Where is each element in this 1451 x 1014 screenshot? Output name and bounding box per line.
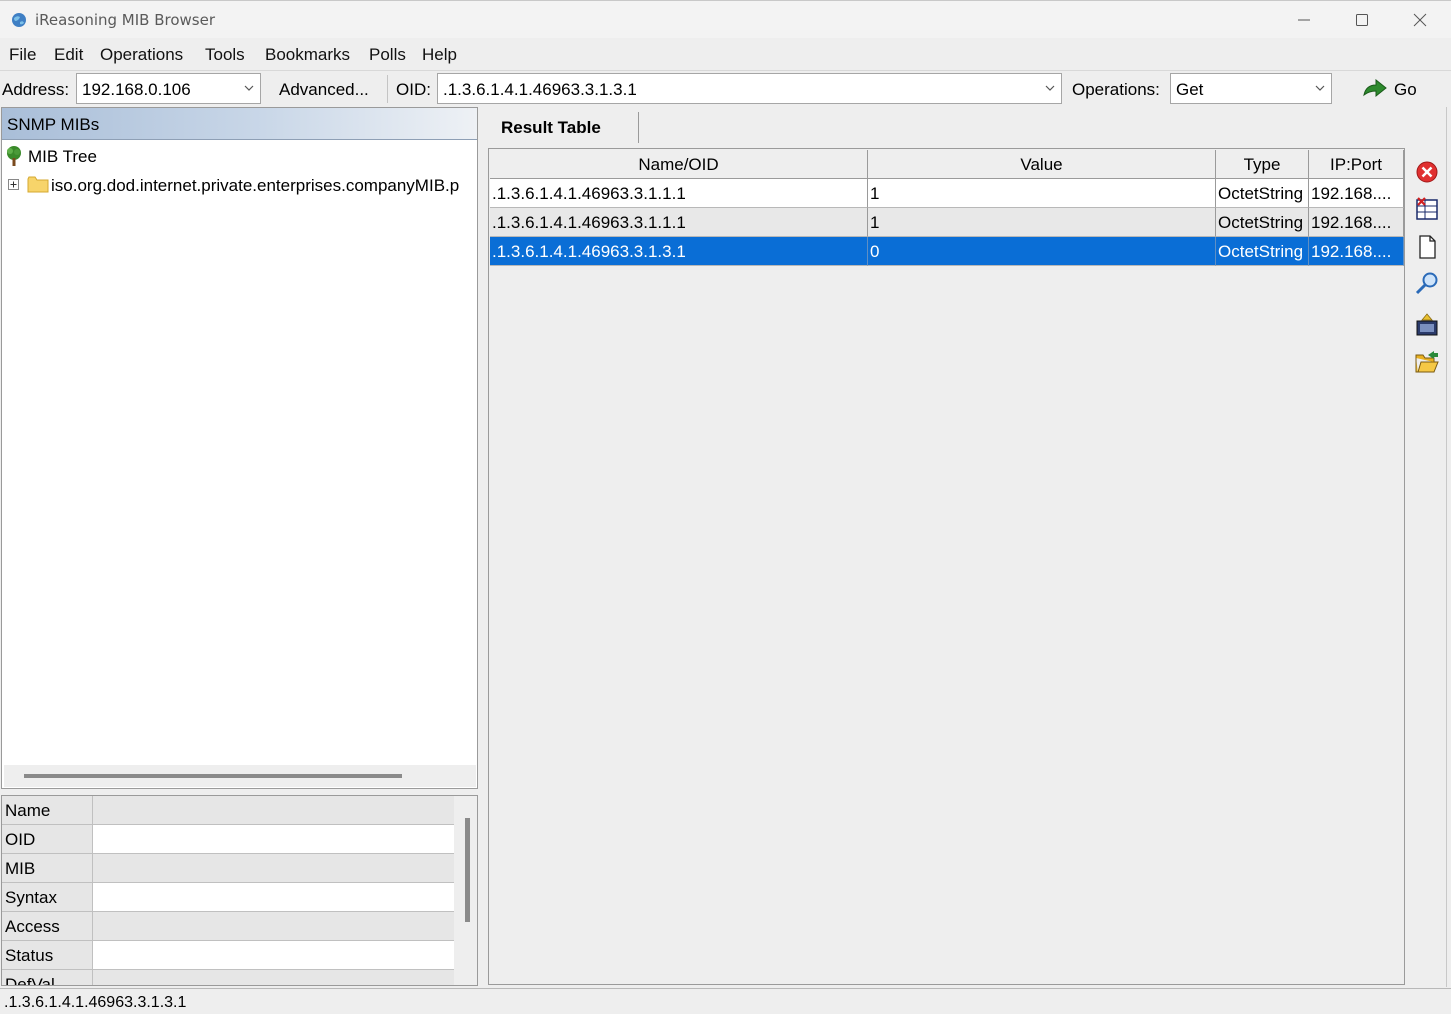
column-header-name-oid[interactable]: Name/OID [490, 150, 868, 179]
cell-type: OctetString [1216, 179, 1309, 208]
oid-label: OID: [396, 80, 431, 99]
tree-node-companymib[interactable]: iso.org.dod.internet.private.enterprises… [8, 174, 476, 196]
advanced-button[interactable]: Advanced... [279, 80, 369, 100]
result-side-toolbar [1406, 148, 1446, 388]
property-label: DefVal [5, 975, 55, 986]
status-text: .1.3.6.1.4.1.46963.3.1.3.1 [4, 994, 187, 1011]
export-icon[interactable] [1414, 312, 1440, 338]
title-bar: iReasoning MIB Browser [0, 0, 1451, 38]
chevron-down-icon[interactable] [244, 84, 254, 92]
operations-label: Operations: [1072, 80, 1160, 99]
property-label: MIB [5, 859, 36, 878]
property-row[interactable]: Syntax [2, 883, 454, 912]
toolbar: Address: 192.168.0.106 Advanced... OID: … [0, 71, 1451, 107]
operations-combo[interactable]: Get [1170, 73, 1332, 104]
cell-ip-port: 192.168.... [1309, 237, 1404, 266]
property-row[interactable]: Name [2, 796, 454, 825]
go-arrow-icon [1363, 79, 1387, 98]
property-row[interactable]: MIB [2, 854, 454, 883]
property-label: OID [5, 830, 36, 849]
column-header-type[interactable]: Type [1216, 150, 1309, 179]
oid-value: .1.3.6.1.4.1.46963.3.1.3.1 [443, 80, 637, 99]
column-header-value[interactable]: Value [868, 150, 1216, 179]
cell-ip-port: 192.168.... [1309, 208, 1404, 237]
address-combo[interactable]: 192.168.0.106 [76, 73, 261, 104]
cell-oid: .1.3.6.1.4.1.46963.3.1.1.1 [490, 208, 868, 237]
remove-icon[interactable] [1414, 159, 1440, 185]
minimize-button[interactable] [1275, 1, 1333, 39]
properties-panel: Name OID MIB Syntax Access Status DefVal [1, 795, 478, 986]
open-folder-icon[interactable] [1414, 350, 1440, 376]
tab-result-table[interactable]: Result Table [487, 112, 639, 143]
column-header-ip-port[interactable]: IP:Port [1309, 150, 1404, 179]
oid-combo[interactable]: .1.3.6.1.4.1.46963.3.1.3.1 [437, 73, 1062, 104]
menu-operations[interactable]: Operations [100, 45, 183, 65]
property-row[interactable]: Status [2, 941, 454, 970]
mib-tree-panel: SNMP MIBs MIB Tree iso.org.dod.internet.… [1, 107, 478, 789]
globe-icon [12, 13, 26, 27]
cell-ip-port: 192.168.... [1309, 179, 1404, 208]
address-value: 192.168.0.106 [82, 80, 191, 99]
menu-polls[interactable]: Polls [369, 45, 406, 65]
cell-type: OctetString [1216, 237, 1309, 266]
go-label: Go [1394, 80, 1417, 99]
window-title: iReasoning MIB Browser [35, 11, 216, 29]
operations-value: Get [1176, 80, 1204, 99]
property-label: Name [5, 801, 51, 820]
window-edge [1446, 107, 1447, 987]
menu-bar: File Edit Operations Tools Bookmarks Pol… [0, 38, 1451, 71]
document-icon[interactable] [1414, 234, 1440, 260]
toolbar-separator [387, 75, 388, 103]
close-icon [1413, 13, 1427, 27]
cell-value: 1 [868, 179, 1216, 208]
tree-root-label: MIB Tree [28, 147, 97, 166]
search-icon[interactable] [1414, 270, 1440, 296]
cell-oid: .1.3.6.1.4.1.46963.3.1.1.1 [490, 179, 868, 208]
cell-type: OctetString [1216, 208, 1309, 237]
tab-label: Result Table [501, 118, 601, 137]
folder-icon [27, 176, 49, 193]
maximize-icon [1356, 14, 1368, 26]
cell-value: 0 [868, 237, 1216, 266]
property-row[interactable]: OID [2, 825, 454, 854]
property-row[interactable]: DefVal [2, 970, 454, 986]
menu-edit[interactable]: Edit [54, 45, 83, 65]
menu-bookmarks[interactable]: Bookmarks [265, 45, 350, 65]
address-label: Address: [2, 80, 70, 99]
scrollbar-thumb[interactable] [465, 818, 470, 922]
property-row[interactable]: Access [2, 912, 454, 941]
result-table: Name/OID Value Type IP:Port .1.3.6.1.4.1… [488, 148, 1405, 985]
close-button[interactable] [1391, 1, 1449, 39]
expand-icon[interactable] [8, 179, 19, 190]
tree-icon [7, 146, 21, 166]
property-label: Status [5, 946, 54, 965]
menu-file[interactable]: File [9, 45, 36, 65]
clear-table-icon[interactable] [1414, 196, 1440, 222]
table-row[interactable]: .1.3.6.1.4.1.46963.3.1.1.1 1 OctetString… [490, 179, 1404, 208]
scrollbar-thumb[interactable] [24, 774, 402, 778]
property-label: Syntax [5, 888, 57, 907]
tree-horizontal-scrollbar[interactable] [4, 765, 476, 787]
cell-oid: .1.3.6.1.4.1.46963.3.1.3.1 [490, 237, 868, 266]
menu-help[interactable]: Help [422, 45, 457, 65]
go-button[interactable]: Go [1360, 75, 1430, 103]
table-row[interactable]: .1.3.6.1.4.1.46963.3.1.1.1 1 OctetString… [490, 208, 1404, 237]
chevron-down-icon[interactable] [1045, 84, 1055, 92]
chevron-down-icon[interactable] [1315, 84, 1325, 92]
cell-value: 1 [868, 208, 1216, 237]
minimize-icon [1298, 19, 1310, 21]
tree-node-label: iso.org.dod.internet.private.enterprises… [51, 176, 460, 195]
menu-tools[interactable]: Tools [205, 45, 245, 65]
maximize-button[interactable] [1333, 1, 1391, 39]
property-label: Access [5, 917, 60, 936]
status-bar: .1.3.6.1.4.1.46963.3.1.3.1 [0, 988, 1451, 1014]
table-row-selected[interactable]: .1.3.6.1.4.1.46963.3.1.3.1 0 OctetString… [490, 237, 1404, 266]
snmp-mibs-title: SNMP MIBs [7, 115, 100, 134]
properties-vertical-scrollbar[interactable] [457, 796, 477, 985]
snmp-mibs-header: SNMP MIBs [2, 108, 477, 140]
